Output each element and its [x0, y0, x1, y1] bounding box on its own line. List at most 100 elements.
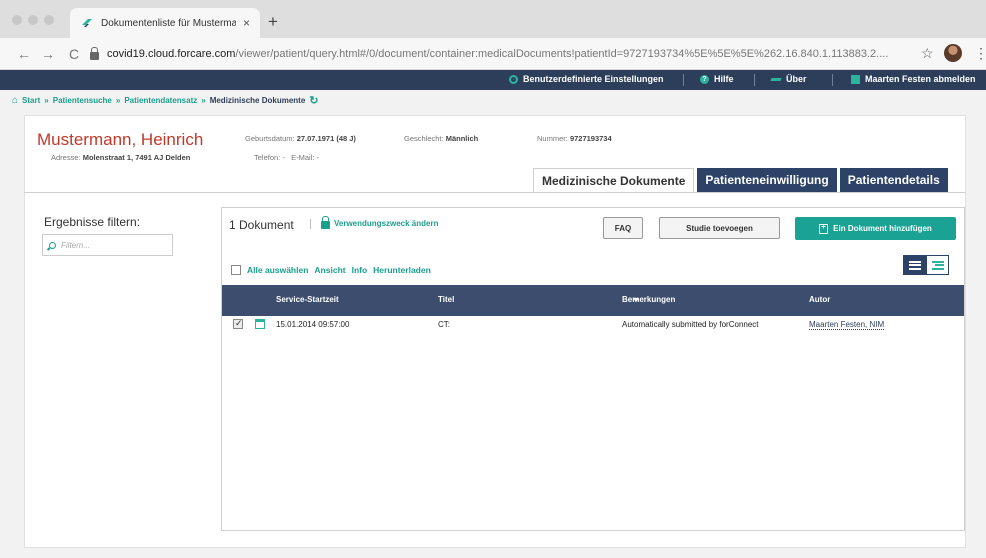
table-header: Service-Startzeit Titel Bemerkungen Auto…: [222, 285, 964, 316]
add-study-button[interactable]: Studie toevoegen: [659, 217, 780, 239]
patient-number: Nummer: 9727193734: [537, 134, 612, 143]
document-actions: Alle auswählen Ansicht Info Herunterlade…: [231, 265, 431, 275]
filter-title: Ergebnisse filtern:: [44, 215, 141, 229]
profile-avatar[interactable]: [944, 44, 962, 62]
tab-patient-consent[interactable]: Patienteneinwilligung: [697, 168, 837, 192]
column-author[interactable]: Autor: [809, 295, 830, 304]
browser-tab[interactable]: Dokumentenliste für Musterman ×: [70, 8, 260, 38]
breadcrumb-separator: »: [201, 96, 206, 105]
cell-remarks: Automatically submitted by forConnect: [622, 320, 759, 329]
number-value: 9727193734: [569, 134, 612, 143]
forcare-logo-icon: [771, 75, 781, 84]
cell-title: CT:: [438, 320, 450, 329]
window-minimize-dot[interactable]: [28, 15, 38, 25]
number-label: Nummer:: [537, 134, 568, 143]
add-document-button[interactable]: Ein Dokument hinzufügen: [795, 217, 956, 240]
back-button[interactable]: ←: [14, 46, 34, 62]
help-label: Hilfe: [714, 74, 734, 84]
browser-tab-bar: Dokumentenliste für Musterman × +: [0, 0, 986, 38]
detail-list-icon: [931, 260, 944, 270]
dob-label: Geburtsdatum:: [245, 134, 295, 143]
window-zoom-dot[interactable]: [44, 15, 54, 25]
view-link[interactable]: Ansicht: [314, 265, 345, 275]
patient-gender: Geschlecht: Männlich: [404, 134, 478, 143]
window-close-dot[interactable]: [12, 15, 22, 25]
row-checkbox[interactable]: [233, 318, 243, 329]
help-link[interactable]: ? Hilfe: [700, 74, 734, 84]
url-field[interactable]: covid19.cloud.forcare.com/viewer/patient…: [90, 44, 916, 64]
divider: [754, 74, 755, 86]
table-row[interactable]: 15.01.2014 09:57:00 CT: Automatically su…: [222, 316, 964, 334]
app-top-bar: Benutzerdefinierte Einstellungen ? Hilfe…: [0, 70, 986, 90]
divider: [310, 219, 311, 229]
document-count: 1 Dokument: [229, 218, 294, 232]
tab-title: Dokumentenliste für Musterman: [101, 17, 236, 29]
forcare-favicon-icon: [80, 16, 94, 30]
new-tab-button[interactable]: +: [268, 12, 278, 32]
refresh-icon[interactable]: ↻: [309, 94, 318, 107]
browser-menu-icon[interactable]: ⋮: [974, 45, 986, 62]
settings-link[interactable]: Benutzerdefinierte Einstellungen: [509, 74, 664, 84]
cell-date: 15.01.2014 09:57:00: [276, 320, 350, 329]
forward-button[interactable]: →: [38, 46, 58, 62]
help-icon: ?: [700, 74, 709, 84]
filter-input[interactable]: Filtern...: [42, 234, 173, 256]
tab-patient-details[interactable]: Patientendetails: [839, 168, 948, 192]
patient-address: Adresse: Molenstraat 1, 7491 AJ Delden: [51, 153, 190, 162]
tab-medical-documents[interactable]: Medizinische Dokumente: [533, 168, 695, 192]
info-link[interactable]: Info: [352, 265, 368, 275]
list-view-button[interactable]: [903, 255, 926, 275]
patient-dob: Geburtsdatum: 27.07.1971 (48 J): [245, 134, 356, 143]
gear-icon: [509, 74, 518, 84]
breadcrumb-separator: »: [115, 96, 121, 105]
add-document-label: Ein Dokument hinzufügen: [833, 224, 932, 233]
change-purpose-label: Verwendungszweck ändern: [334, 219, 439, 228]
phone-value: -: [282, 153, 285, 162]
calendar-icon: [255, 319, 265, 329]
breadcrumb-patient-search[interactable]: Patientensuche: [53, 96, 112, 105]
address-bar: ← → C covid19.cloud.forcare.com/viewer/p…: [0, 38, 986, 70]
breadcrumb-start[interactable]: Start: [22, 96, 40, 105]
address-label: Adresse:: [51, 153, 81, 162]
list-icon: [908, 260, 921, 270]
url-path: /viewer/patient/query.html#/0/document/c…: [235, 48, 889, 60]
documents-panel: [221, 207, 965, 531]
phone-label: Telefon:: [254, 153, 281, 162]
gender-label: Geschlecht:: [404, 134, 444, 143]
logout-label: Maarten Festen abmelden: [865, 74, 976, 84]
reload-button[interactable]: C: [64, 46, 84, 62]
breadcrumb-separator: »: [44, 96, 49, 105]
patient-name: Mustermann, Heinrich: [37, 130, 204, 149]
select-all-link[interactable]: Alle auswählen: [247, 265, 308, 275]
column-remarks[interactable]: Bemerkungen: [622, 295, 675, 304]
select-all-checkbox[interactable]: [231, 265, 241, 275]
about-label: Über: [786, 74, 807, 84]
lock-icon: [90, 46, 99, 60]
user-icon: [851, 74, 860, 84]
divider: [683, 74, 684, 86]
breadcrumb-current: Medizinische Dokumente: [209, 96, 306, 105]
detail-view-button[interactable]: [926, 255, 949, 275]
cell-author[interactable]: Maarten Festen, NIM: [809, 320, 885, 330]
tab-close-icon[interactable]: ×: [243, 16, 250, 30]
column-service-start[interactable]: Service-Startzeit: [276, 295, 339, 304]
download-link[interactable]: Herunterladen: [373, 265, 431, 275]
gender-value: Männlich: [445, 134, 479, 143]
patient-contact: Telefon: - E-Mail: -: [254, 153, 319, 162]
view-toggle: [903, 255, 949, 275]
patient-tabs: Medizinische Dokumente Patienteneinwilli…: [533, 168, 948, 192]
home-icon: ⌂: [12, 95, 19, 106]
column-title[interactable]: Titel: [438, 295, 454, 304]
about-link[interactable]: Über: [771, 74, 807, 84]
change-purpose-link[interactable]: Verwendungszweck ändern: [321, 216, 439, 229]
bookmark-star-icon[interactable]: ☆: [921, 45, 934, 62]
breadcrumb: ⌂ Start » Patientensuche » Patientendate…: [12, 94, 318, 107]
settings-label: Benutzerdefinierte Einstellungen: [523, 74, 664, 84]
dob-value: 27.07.1971 (48 J): [296, 134, 356, 143]
add-document-icon: [819, 222, 829, 234]
logout-link[interactable]: Maarten Festen abmelden: [851, 74, 976, 84]
divider: [832, 74, 833, 86]
breadcrumb-patient-record[interactable]: Patientendatensatz: [124, 96, 197, 105]
faq-button[interactable]: FAQ: [603, 217, 643, 239]
lock-icon: [321, 216, 330, 229]
